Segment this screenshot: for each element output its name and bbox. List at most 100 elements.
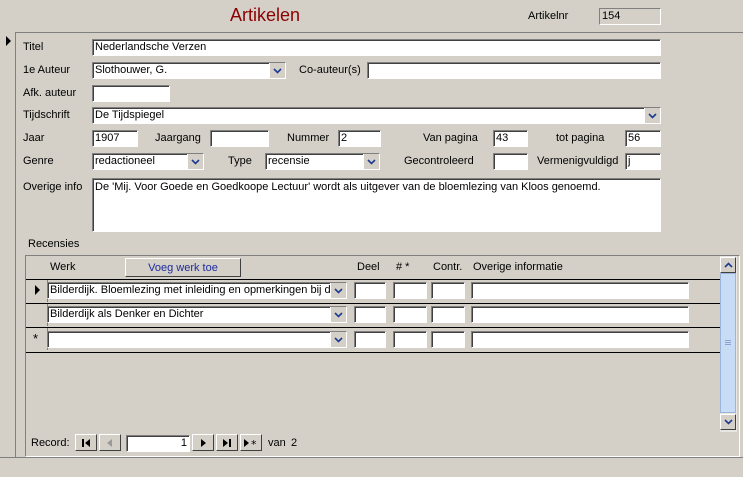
deel-field-new[interactable]: [354, 331, 386, 348]
tijdschrift-combo[interactable]: De Tijdspiegel: [92, 107, 661, 124]
chevron-down-icon: [273, 67, 282, 74]
prev-record-button[interactable]: [99, 434, 121, 451]
genre-value: redactioneel: [95, 155, 155, 167]
nr-field-1[interactable]: [393, 282, 427, 299]
werk-dropdown-button-new[interactable]: [330, 332, 346, 347]
form-title: Artikelen: [230, 5, 301, 25]
next-record-icon: [201, 438, 206, 447]
artikelnr-label: Artikelnr: [528, 10, 569, 22]
row-selector-2[interactable]: [27, 304, 48, 326]
jaar-field[interactable]: 1907: [92, 130, 138, 147]
col-werk-header: Werk: [50, 261, 76, 273]
record-selector[interactable]: [0, 32, 16, 457]
werk-combo-1[interactable]: Bilderdijk. Bloemlezing met inleiding en…: [47, 282, 347, 299]
deel-field-2[interactable]: [354, 306, 386, 323]
contr-field-2[interactable]: [431, 306, 465, 323]
auteur-value: Slothouwer, G.: [95, 64, 168, 76]
col-nr-header: # *: [396, 261, 410, 273]
last-record-icon: [223, 438, 231, 447]
chevron-down-icon: [723, 419, 733, 425]
nummer-field[interactable]: 2: [338, 130, 381, 147]
row-divider: [26, 352, 720, 353]
overige-label: Overige info: [23, 181, 83, 193]
new-record-button[interactable]: *: [240, 434, 262, 451]
afk-field[interactable]: [92, 85, 170, 102]
werk-dropdown-button-2[interactable]: [330, 307, 346, 322]
deel-field-1[interactable]: [354, 282, 386, 299]
current-record-icon: [6, 36, 11, 46]
type-dropdown-button[interactable]: [363, 154, 379, 169]
chevron-down-icon: [191, 158, 200, 165]
record-navigation: Record: 1 * van 2: [26, 432, 737, 454]
titel-field[interactable]: Nederlandsche Verzen: [92, 39, 661, 56]
werk-value-2: Bilderdijk als Denker en Dichter: [50, 308, 204, 320]
tijdschrift-value: De Tijdspiegel: [95, 109, 165, 121]
col-overig-header: Overige informatie: [473, 261, 563, 273]
titel-label: Titel: [23, 41, 44, 53]
werk-combo-new[interactable]: [47, 331, 347, 348]
recensies-label: Recensies: [28, 238, 80, 250]
gecontroleerd-field[interactable]: [493, 153, 528, 170]
jaar-label: Jaar: [23, 132, 45, 144]
vermenigvuldigd-field[interactable]: j: [625, 153, 661, 170]
coauteur-field[interactable]: [367, 62, 661, 79]
overig-field-2[interactable]: [471, 306, 689, 323]
contr-field-new[interactable]: [431, 331, 465, 348]
vertical-scrollbar[interactable]: [720, 256, 737, 432]
vanpagina-field[interactable]: 43: [493, 130, 528, 147]
scroll-down-button[interactable]: [720, 414, 736, 430]
coauteur-label: Co-auteur(s): [299, 64, 361, 76]
jaargang-field[interactable]: [210, 130, 269, 147]
auteur-combo[interactable]: Slothouwer, G.: [92, 62, 286, 79]
nr-field-new[interactable]: [393, 331, 427, 348]
record-number-field[interactable]: 1: [126, 435, 190, 452]
overig-field-1[interactable]: [471, 282, 689, 299]
genre-dropdown-button[interactable]: [187, 154, 203, 169]
status-bar: [0, 457, 743, 477]
vermenigvuldigd-label: Vermenigvuldigd: [537, 155, 619, 167]
last-record-button[interactable]: [216, 434, 238, 451]
chevron-down-icon: [648, 112, 657, 119]
nummer-label: Nummer: [287, 132, 330, 144]
add-work-button[interactable]: Voeg werk toe: [125, 258, 241, 277]
contr-field-1[interactable]: [431, 282, 465, 299]
jaargang-label: Jaargang: [155, 132, 201, 144]
werk-combo-2[interactable]: Bilderdijk als Denker en Dichter: [47, 306, 347, 323]
row-divider: [26, 279, 720, 280]
totpagina-field[interactable]: 56: [625, 130, 661, 147]
scroll-up-button[interactable]: [720, 257, 736, 273]
row-selector-new[interactable]: *: [27, 328, 48, 350]
werk-dropdown-button-1[interactable]: [330, 283, 346, 298]
tijdschrift-label: Tijdschrift: [23, 109, 70, 121]
afk-label: Afk. auteur: [23, 87, 77, 99]
first-record-button[interactable]: [75, 434, 97, 451]
recensies-subform: Werk Voeg werk toe Deel # * Contr. Overi…: [25, 255, 740, 457]
first-record-icon: [82, 438, 90, 447]
genre-combo[interactable]: redactioneel: [92, 153, 204, 170]
chevron-down-icon: [367, 158, 376, 165]
chevron-up-icon: [723, 262, 733, 268]
overige-field[interactable]: De 'Mij. Voor Goede en Goedkoope Lectuur…: [92, 178, 661, 232]
auteur-dropdown-button[interactable]: [269, 63, 285, 78]
overig-field-new[interactable]: [471, 331, 689, 348]
new-row-marker: *: [33, 331, 39, 346]
row-selector-1[interactable]: [27, 280, 48, 302]
tijdschrift-dropdown-button[interactable]: [644, 108, 660, 123]
prev-record-icon: [107, 438, 112, 447]
svg-text:*: *: [251, 438, 257, 448]
scroll-thumb[interactable]: [720, 273, 736, 413]
row-divider: [26, 303, 720, 304]
next-record-button[interactable]: [192, 434, 214, 451]
genre-label: Genre: [23, 155, 54, 167]
type-value: recensie: [268, 155, 310, 167]
new-record-icon: *: [244, 438, 257, 448]
type-combo[interactable]: recensie: [265, 153, 380, 170]
chevron-down-icon: [334, 336, 343, 343]
nr-field-2[interactable]: [393, 306, 427, 323]
col-contr-header: Contr.: [433, 261, 463, 273]
auteur-label: 1e Auteur: [23, 64, 71, 76]
record-total: 2: [291, 437, 298, 449]
chevron-down-icon: [334, 287, 343, 294]
artikelnr-field: 154: [599, 8, 661, 25]
col-deel-header: Deel: [357, 261, 380, 273]
